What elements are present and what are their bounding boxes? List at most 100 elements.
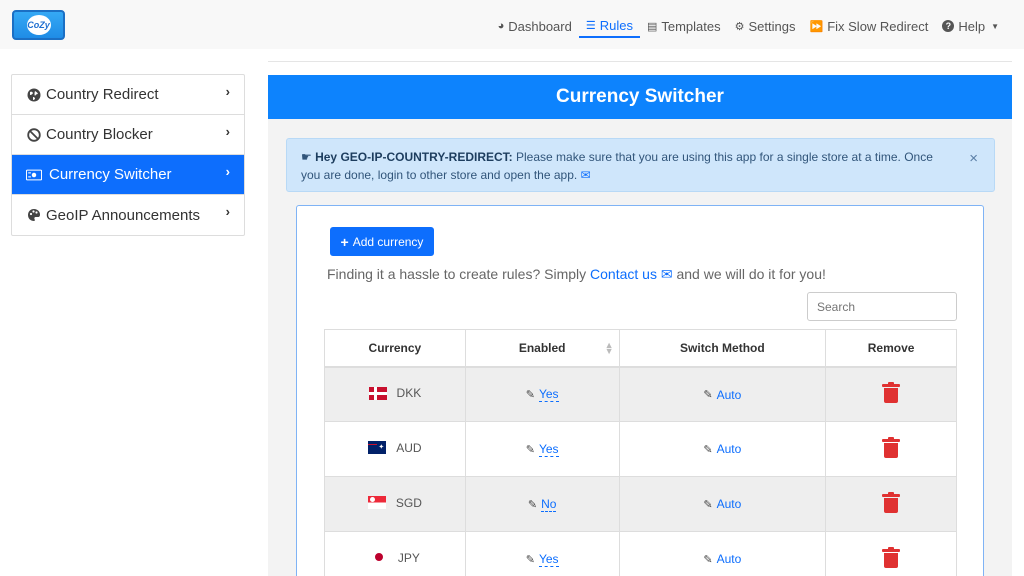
method-cell: ✎ Auto bbox=[618, 476, 827, 532]
nav-fix-slow-redirect[interactable]: ⏩ Fix Slow Redirect bbox=[802, 14, 935, 38]
currency-code: JPY bbox=[397, 550, 420, 565]
trash-icon[interactable] bbox=[882, 547, 901, 568]
pencil-icon: ✎ bbox=[525, 443, 535, 456]
remove-cell bbox=[825, 531, 957, 576]
info-alert: ☛ Hey GEO-IP-COUNTRY-REDIRECT: Please ma… bbox=[286, 138, 995, 192]
caret-down-icon: ▼ bbox=[991, 21, 999, 31]
enabled-toggle[interactable]: Yes bbox=[538, 387, 559, 402]
chevron-right-icon: › bbox=[225, 164, 230, 179]
nav-dashboard-label: Dashboard bbox=[508, 18, 572, 34]
nav-help-label: Help bbox=[958, 18, 986, 34]
page-title: Currency Switcher bbox=[268, 75, 1012, 119]
contact-us-link[interactable]: Contact us bbox=[590, 266, 657, 282]
top-navbar: CoZy ◕ Dashboard ☰ Rules ▤ Templates ⚙ S… bbox=[0, 0, 1024, 49]
trash-icon[interactable] bbox=[882, 437, 901, 458]
globe-icon bbox=[26, 87, 42, 103]
currency-cell: SGD bbox=[324, 476, 466, 532]
enabled-cell: ✎ Yes bbox=[464, 531, 620, 576]
enabled-toggle[interactable]: Yes bbox=[538, 442, 559, 457]
pencil-icon: ✎ bbox=[527, 498, 538, 511]
app-logo[interactable]: CoZy bbox=[12, 10, 65, 40]
pencil-icon: ✎ bbox=[703, 553, 713, 566]
nav-rules-label: Rules bbox=[599, 17, 633, 33]
method-cell: ✎ Auto bbox=[618, 421, 827, 477]
templates-icon: ▤ bbox=[646, 20, 658, 33]
currency-code: AUD bbox=[396, 440, 422, 455]
sidebar-item-country-blocker[interactable]: Country Blocker › bbox=[12, 115, 244, 155]
help-icon: ? bbox=[942, 20, 955, 32]
singapore-flag-icon bbox=[367, 496, 386, 510]
chevron-right-icon: › bbox=[225, 124, 230, 139]
nav-templates[interactable]: ▤ Templates bbox=[640, 14, 728, 38]
close-icon[interactable]: × bbox=[969, 150, 978, 168]
sidebar-item-country-redirect[interactable]: Country Redirect › bbox=[12, 75, 244, 115]
hint-text-before: Finding it a hassle to create rules? Sim… bbox=[327, 266, 591, 282]
remove-cell bbox=[825, 366, 957, 422]
money-icon bbox=[26, 167, 42, 183]
sidebar-item-label: Country Blocker bbox=[46, 126, 153, 143]
denmark-flag-icon bbox=[368, 386, 387, 400]
nav-fix-slow-redirect-label: Fix Slow Redirect bbox=[827, 18, 929, 34]
nav-templates-label: Templates bbox=[661, 18, 721, 34]
enabled-toggle[interactable]: Yes bbox=[538, 552, 559, 567]
sidebar-item-currency-switcher[interactable]: Currency Switcher › bbox=[12, 155, 244, 195]
divider bbox=[268, 61, 1012, 62]
nav-settings[interactable]: ⚙ Settings bbox=[728, 14, 803, 38]
column-header-enabled[interactable]: Enabled ▲ ▼ bbox=[464, 329, 620, 368]
column-header-remove[interactable]: Remove bbox=[825, 329, 957, 368]
method-cell: ✎ Auto bbox=[618, 366, 827, 422]
pencil-icon: ✎ bbox=[525, 553, 535, 566]
hint-text-after: and we will do it for you! bbox=[672, 266, 826, 282]
switch-method-link[interactable]: Auto bbox=[717, 552, 742, 566]
switch-method-link[interactable]: Auto bbox=[717, 388, 742, 402]
envelope-icon[interactable]: ✉ bbox=[581, 168, 591, 182]
pencil-icon: ✎ bbox=[703, 498, 713, 511]
nav-help-dropdown[interactable]: ? Help ▼ bbox=[935, 14, 1006, 38]
table-row: DKK ✎ Yes ✎ Auto bbox=[324, 366, 957, 422]
switch-method-link[interactable]: Auto bbox=[717, 442, 742, 456]
plus-icon: + bbox=[340, 233, 349, 250]
list-icon: ☰ bbox=[585, 19, 596, 32]
switch-method-link[interactable]: Auto bbox=[717, 497, 742, 511]
sidebar-item-geoip-announcements[interactable]: GeoIP Announcements › bbox=[12, 195, 244, 235]
trash-icon[interactable] bbox=[882, 382, 901, 404]
remove-cell bbox=[825, 421, 957, 477]
nav-settings-label: Settings bbox=[748, 18, 796, 34]
pencil-icon: ✎ bbox=[703, 389, 713, 401]
currency-cell: DKK bbox=[324, 366, 466, 422]
japan-flag-icon bbox=[369, 551, 388, 565]
add-currency-button[interactable]: + Add currency bbox=[330, 227, 434, 256]
sidebar: Country Redirect › Country Blocker › Cur… bbox=[11, 74, 245, 236]
remove-cell bbox=[825, 476, 957, 532]
enabled-cell: ✎ Yes bbox=[464, 366, 620, 422]
pencil-icon: ✎ bbox=[525, 388, 535, 401]
ban-icon bbox=[26, 127, 42, 143]
currency-card: + Add currency Finding it a hassle to cr… bbox=[296, 205, 984, 576]
hand-point-right-icon: ☛ bbox=[301, 150, 316, 164]
trash-icon[interactable] bbox=[882, 492, 901, 513]
sidebar-item-label: Currency Switcher bbox=[49, 166, 172, 183]
help-hint: Finding it a hassle to create rules? Sim… bbox=[327, 266, 826, 283]
column-header-label: Enabled bbox=[518, 340, 566, 355]
envelope-icon[interactable]: ✉ bbox=[661, 266, 673, 282]
table-row: SGD ✎ No ✎ Auto bbox=[324, 476, 957, 532]
nav-dashboard[interactable]: ◕ Dashboard bbox=[491, 14, 579, 38]
enabled-cell: ✎ No bbox=[464, 476, 620, 532]
currency-code: DKK bbox=[396, 386, 422, 400]
australia-flag-icon bbox=[368, 441, 387, 455]
currency-cell: AUD bbox=[324, 421, 466, 477]
column-header-currency[interactable]: Currency bbox=[324, 329, 466, 368]
search-input[interactable] bbox=[807, 292, 957, 321]
nav-rules[interactable]: ☰ Rules bbox=[578, 14, 640, 38]
alert-lead: Hey GEO-IP-COUNTRY-REDIRECT: bbox=[315, 150, 513, 164]
currency-code: SGD bbox=[395, 495, 422, 510]
chevron-right-icon: › bbox=[225, 84, 230, 99]
main-nav: ◕ Dashboard ☰ Rules ▤ Templates ⚙ Settin… bbox=[491, 14, 1006, 38]
sidebar-item-label: GeoIP Announcements bbox=[46, 206, 200, 224]
enabled-toggle[interactable]: No bbox=[541, 497, 557, 512]
method-cell: ✎ Auto bbox=[618, 531, 827, 576]
sidebar-item-label: Country Redirect bbox=[46, 86, 159, 103]
enabled-cell: ✎ Yes bbox=[464, 421, 620, 477]
column-header-switch-method[interactable]: Switch Method bbox=[618, 329, 827, 368]
pencil-icon: ✎ bbox=[703, 443, 713, 456]
